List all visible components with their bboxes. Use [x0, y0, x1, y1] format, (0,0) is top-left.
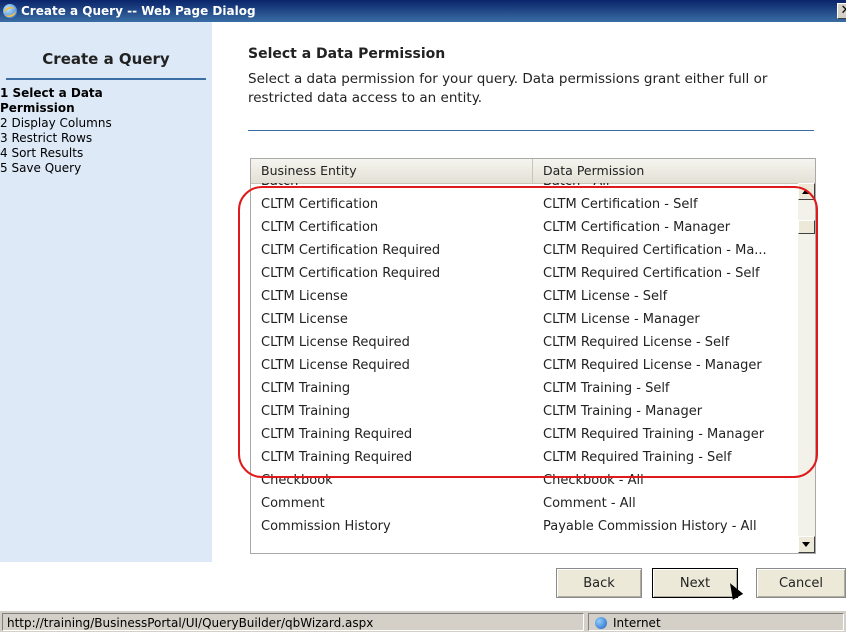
table-row[interactable]: Batch Batch - All [251, 183, 797, 193]
vertical-scrollbar[interactable] [798, 183, 815, 553]
cell-data-permission: Comment - All [543, 496, 636, 511]
cell-data-permission: CLTM Training - Self [543, 381, 670, 396]
table-row[interactable]: CLTM Certification Required CLTM Required… [251, 239, 797, 262]
cell-business-entity: CLTM Training Required [261, 427, 413, 442]
cell-data-permission: Checkbook - All [543, 473, 644, 488]
cell-data-permission: CLTM License - Manager [543, 312, 700, 327]
wizard-steps: 1 Select a Data Permission 2 Display Col… [0, 80, 212, 176]
arrow-down-icon [802, 542, 810, 547]
table-row[interactable]: CLTM Certification Required CLTM Required… [251, 262, 797, 285]
status-url: http://training/BusinessPortal/UI/QueryB… [2, 613, 584, 631]
cell-business-entity: CLTM Certification [261, 220, 379, 235]
cell-business-entity: CLTM Training Required [261, 450, 413, 465]
step-select-data-permission[interactable]: 1 Select a Data Permission [0, 86, 150, 116]
cell-business-entity: CLTM Certification Required [261, 266, 441, 281]
step-restrict-rows[interactable]: 3 Restrict Rows [0, 131, 212, 146]
wizard-sidebar: Create a Query 1 Select a Data Permissio… [0, 22, 212, 562]
table-row[interactable]: CLTM Training Required CLTM Required Trai… [251, 423, 797, 446]
security-zone: Internet [588, 613, 844, 631]
window-title-bar: Create a Query -- Web Page Dialog ✕ [0, 0, 846, 22]
cell-business-entity: CLTM License Required [261, 358, 410, 373]
column-header-data-permission[interactable]: Data Permission [533, 159, 797, 183]
globe-icon [595, 617, 607, 629]
close-button[interactable]: ✕ [837, 3, 846, 19]
permission-grid: Business Entity Data Permission BatchBat… [250, 158, 816, 554]
cell-data-permission: CLTM Required License - Self [543, 335, 730, 350]
cell-business-entity: CLTM Training [261, 404, 351, 419]
cell-data-permission: CLTM Certification - Self [543, 197, 698, 212]
cell-business-entity: Batch [261, 183, 526, 193]
table-row[interactable]: CLTM License Required CLTM Required Licen… [251, 331, 797, 354]
window-title: Create a Query -- Web Page Dialog [21, 4, 256, 18]
table-row[interactable]: CLTM Certification CLTM Certification - M… [251, 216, 797, 239]
cell-business-entity: Comment [261, 496, 325, 511]
cell-data-permission: CLTM Required Training - Manager [543, 427, 765, 442]
cell-business-entity: CLTM License [261, 312, 348, 327]
cell-data-permission: Payable Commission History - All [543, 519, 757, 534]
cell-business-entity: Checkbook [261, 473, 333, 488]
cell-business-entity: CLTM License [261, 289, 348, 304]
arrow-up-icon [802, 189, 810, 194]
cell-data-permission: Batch - All [543, 183, 795, 193]
cell-business-entity: CLTM License Required [261, 335, 410, 350]
table-row[interactable]: CLTM Training CLTM Training - Self [251, 377, 797, 400]
table-row[interactable]: CLTM Training Required CLTM Required Trai… [251, 446, 797, 469]
security-zone-label: Internet [613, 616, 661, 630]
cell-data-permission: CLTM Required Certification - Ma... [543, 243, 767, 258]
page-description: Select a data permission for your query.… [248, 71, 768, 106]
cell-business-entity: CLTM Certification Required [261, 243, 441, 258]
cell-business-entity: CLTM Training [261, 381, 351, 396]
cancel-button[interactable]: Cancel [756, 568, 846, 598]
back-button[interactable]: Back [556, 568, 642, 598]
table-row[interactable]: CLTM License Required CLTM Required Licen… [251, 354, 797, 377]
cell-data-permission: CLTM Certification - Manager [543, 220, 731, 235]
table-row[interactable]: CLTM Certification CLTM Certification - S… [251, 193, 797, 216]
next-button[interactable]: Next [652, 568, 738, 598]
scroll-up-button[interactable] [798, 183, 815, 200]
column-header-business-entity[interactable]: Business Entity [251, 159, 533, 183]
status-bar: http://training/BusinessPortal/UI/QueryB… [0, 610, 846, 632]
scroll-thumb[interactable] [798, 220, 815, 234]
table-row[interactable]: CLTM License CLTM License - Self [251, 285, 797, 308]
table-row[interactable]: CLTM License CLTM License - Manager [251, 308, 797, 331]
table-row[interactable]: Commission History Payable Commission His… [251, 515, 797, 538]
cell-data-permission: CLTM Required License - Manager [543, 358, 762, 373]
table-row[interactable]: Comment Comment - All [251, 492, 797, 515]
internet-explorer-icon [3, 4, 17, 18]
page-title: Select a Data Permission [248, 46, 446, 62]
cell-data-permission: CLTM Required Training - Self [543, 450, 732, 465]
step-display-columns[interactable]: 2 Display Columns [0, 116, 212, 131]
table-row[interactable]: CLTM Training CLTM Training - Manager [251, 400, 797, 423]
cell-data-permission: CLTM License - Self [543, 289, 668, 304]
step-sort-results[interactable]: 4 Sort Results [0, 146, 212, 161]
cell-business-entity: Commission History [261, 519, 391, 534]
grid-rows: BatchBatch - AllCLTM CertificationCLTM C… [251, 183, 797, 553]
sidebar-title: Create a Query [6, 50, 206, 80]
cell-data-permission: CLTM Training - Manager [543, 404, 703, 419]
main-panel: Select a Data Permission Select a data p… [212, 22, 846, 562]
scroll-down-button[interactable] [798, 536, 815, 553]
cell-business-entity: CLTM Certification [261, 197, 379, 212]
divider [248, 130, 814, 131]
table-row[interactable]: Checkbook Checkbook - All [251, 469, 797, 492]
grid-header: Business Entity Data Permission [251, 159, 815, 184]
step-save-query[interactable]: 5 Save Query [0, 161, 212, 176]
cell-data-permission: CLTM Required Certification - Self [543, 266, 760, 281]
